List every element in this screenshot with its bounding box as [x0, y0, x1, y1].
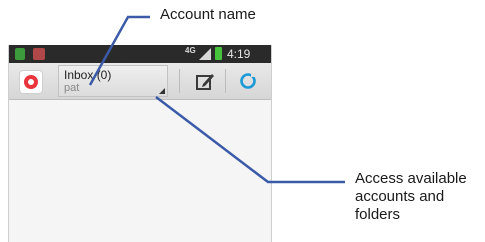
callout-access-line-2: accounts and — [355, 188, 445, 205]
action-bar: Inbox (0) pat — [9, 63, 271, 100]
account-spinner[interactable]: Inbox (0) pat — [58, 65, 168, 97]
callout-access-line-3: folders — [355, 206, 401, 223]
status-bar: 4G 4:19 PM — [9, 45, 271, 75]
callout-access-line-1: Access available — [355, 170, 467, 187]
email-app-icon[interactable] — [19, 70, 43, 94]
email-app-icon-dot — [24, 75, 38, 89]
callout-account-name: Account name — [160, 6, 256, 24]
battery-icon — [215, 47, 222, 60]
network-type-icon: 4G — [185, 46, 196, 55]
account-subtitle: pat — [64, 82, 80, 94]
action-divider — [179, 69, 180, 93]
action-divider-2 — [225, 69, 226, 93]
phone-screen: 4G 4:19 PM Inbox (0) pat — [8, 45, 272, 242]
dropdown-corner-icon — [159, 88, 165, 94]
notification-icon — [15, 48, 25, 60]
callout-access-accounts: Access available accounts and folders — [355, 170, 485, 224]
callout-account-name-text: Account name — [160, 6, 256, 23]
compose-icon[interactable] — [195, 71, 215, 91]
account-title: Inbox (0) — [64, 68, 112, 82]
refresh-icon[interactable] — [238, 71, 258, 91]
notification-icon-2 — [33, 48, 45, 60]
signal-icon — [199, 48, 211, 60]
